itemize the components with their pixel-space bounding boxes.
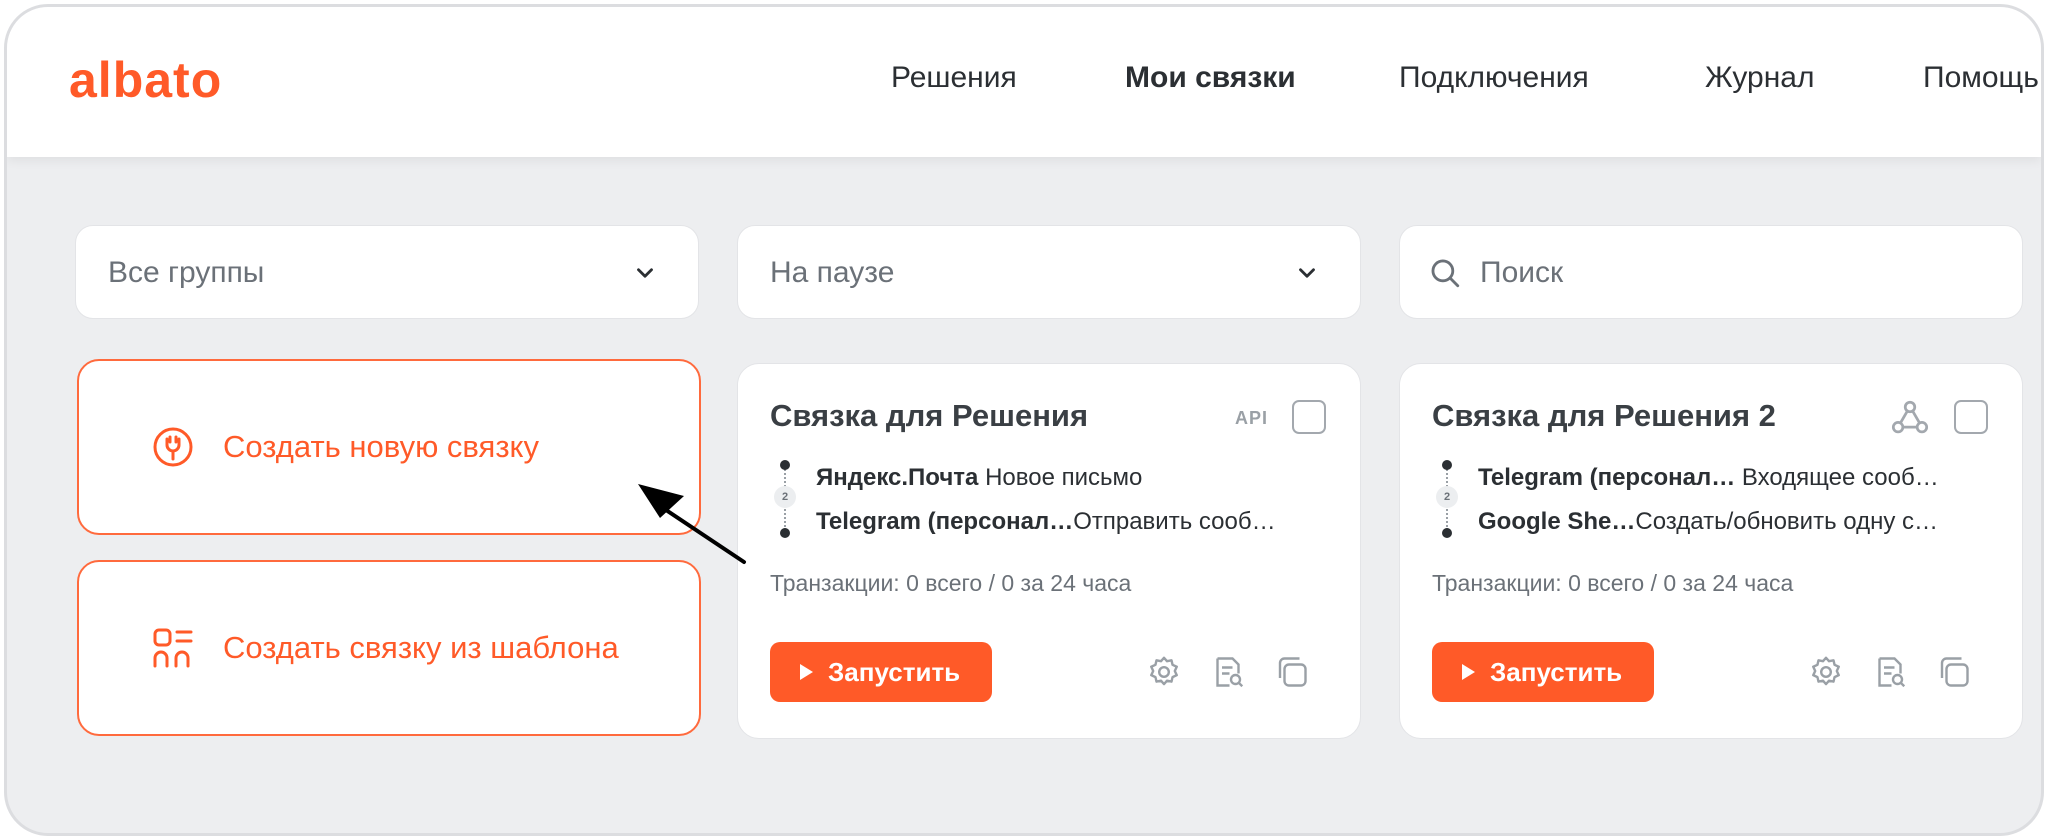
chevron-down-icon [1299,268,1315,278]
play-icon [1462,664,1475,680]
settings-gear-icon[interactable] [1146,654,1182,690]
nav-item-my-bundles[interactable]: Мои связки [1125,61,1296,95]
bundle-step-1: Яндекс.Почта Новое письмо [816,464,1336,492]
create-from-template-label: Создать связку из шаблона [223,630,619,665]
step-app-name: Яндекс.Почта [816,464,979,491]
status-select-value: На паузе [770,256,895,289]
transactions-info: Транзакции: 0 всего / 0 за 24 часа [770,570,1132,596]
create-new-bundle-button[interactable]: Создать новую связку [77,359,701,535]
run-button[interactable]: Запустить [770,642,992,702]
bundle-card[interactable]: Связка для Решения API 2 Яндекс.Почта Но… [737,363,1361,739]
log-search-icon[interactable] [1210,654,1246,690]
groups-select[interactable]: Все группы [75,225,699,319]
create-from-template-button[interactable]: Создать связку из шаблона [77,560,701,736]
step-action: Входящее сооб… [1741,464,1939,491]
app-window: albato Решения Мои связки Подключения Жу… [4,4,2044,836]
step-dot [1442,528,1452,538]
step-app-name: Telegram (персонал… [816,508,1074,535]
log-search-icon[interactable] [1872,654,1908,690]
api-badge: API [1234,408,1268,428]
step-app-name: Telegram (персонал… [1478,464,1736,491]
bundle-title: Связка для Решения [770,398,1089,433]
step-dot [1442,460,1452,470]
search-placeholder: Поиск [1480,256,1564,289]
status-select[interactable]: На паузе [737,225,1361,319]
settings-gear-icon[interactable] [1808,654,1844,690]
nav-item-solutions[interactable]: Решения [891,61,1017,95]
copy-icon[interactable] [1936,654,1972,690]
nav-item-help[interactable]: Помощь [1923,61,2039,95]
step-action: Новое письмо [985,464,1143,491]
groups-select-value: Все группы [108,256,265,289]
bundle-card[interactable]: Связка для Решения 2 2 Telegram (персона… [1399,363,2023,739]
copy-icon[interactable] [1274,654,1310,690]
template-icon [153,628,193,668]
play-icon [800,664,813,680]
step-dot [780,528,790,538]
top-navigation-bar: albato Решения Мои связки Подключения Жу… [7,7,2041,157]
nav-item-connections[interactable]: Подключения [1399,61,1589,95]
step-dot [780,460,790,470]
bundle-checkbox[interactable] [1954,400,1988,434]
nav-item-log[interactable]: Журнал [1705,61,1814,95]
run-button-label: Запустить [1490,657,1623,687]
bundle-title: Связка для Решения 2 [1432,398,1776,433]
run-button[interactable]: Запустить [1432,642,1654,702]
bundle-step-2: Telegram (персонал…Отправить сооб… [816,508,1336,536]
bundle-step-1: Telegram (персонал… Входящее сооб… [1478,464,1998,492]
step-number-badge: 2 [774,486,796,508]
run-button-label: Запустить [828,657,961,687]
create-new-bundle-label: Создать новую связку [223,429,539,464]
main-nav: Решения Мои связки Подключения Журнал По… [7,61,2041,101]
search-icon [1431,259,1460,288]
bundle-checkbox[interactable] [1292,400,1326,434]
bundle-step-2: Google She…Создать/обновить одну с… [1478,508,1998,536]
plug-icon [153,427,193,467]
step-action: Отправить сооб… [1073,508,1276,535]
step-number-badge: 2 [1436,486,1458,508]
step-app-name: Google She… [1478,508,1636,535]
search-input[interactable]: Поиск [1399,225,2023,319]
transactions-info: Транзакции: 0 всего / 0 за 24 часа [1432,570,1794,596]
chevron-down-icon [637,268,653,278]
step-action: Создать/обновить одну с… [1635,508,1938,535]
webhook-icon [1891,400,1929,434]
